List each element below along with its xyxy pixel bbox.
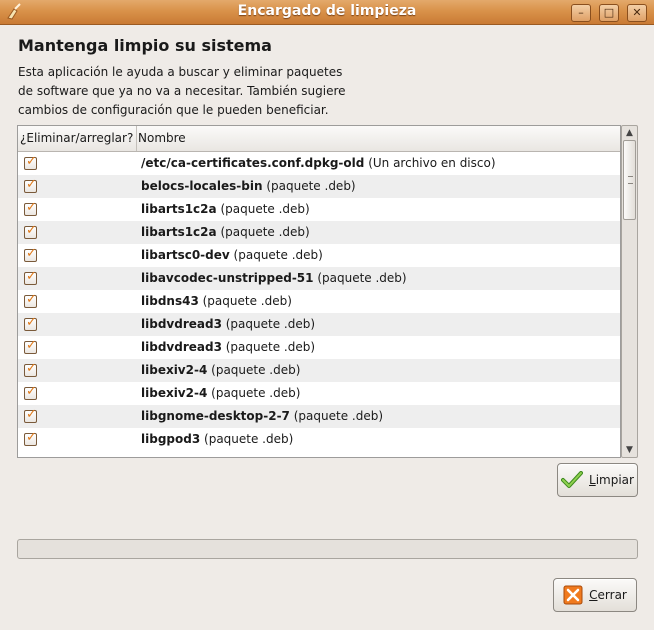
close-window-button[interactable]: ✕	[627, 4, 647, 22]
scroll-up-icon[interactable]: ▲	[622, 126, 637, 140]
page-heading: Mantenga limpio su sistema	[18, 36, 272, 55]
checkmark-icon	[561, 471, 584, 488]
item-name: libdvdread3 (paquete .deb)	[141, 317, 316, 331]
item-name: libexiv2-4 (paquete .deb)	[141, 363, 301, 377]
clean-button-label: Limpiar	[589, 473, 634, 487]
item-name: libdns43 (paquete .deb)	[141, 294, 292, 308]
table-row[interactable]: libarts1c2a (paquete .deb)	[18, 221, 620, 244]
table-row[interactable]: belocs-locales-bin (paquete .deb)	[18, 175, 620, 198]
remove-checkbox[interactable]	[24, 384, 37, 400]
list-header: ¿Eliminar/arreglar? Nombre	[18, 126, 620, 152]
item-name: belocs-locales-bin (paquete .deb)	[141, 179, 356, 193]
remove-checkbox[interactable]	[24, 361, 37, 377]
maximize-button[interactable]: □	[599, 4, 619, 22]
minimize-icon: –	[578, 6, 584, 19]
remove-checkbox[interactable]	[24, 154, 37, 170]
item-name: libdvdread3 (paquete .deb)	[141, 340, 316, 354]
cleanup-list[interactable]: ¿Eliminar/arreglar? Nombre /etc/ca-certi…	[17, 125, 621, 458]
table-row[interactable]: libexiv2-4 (paquete .deb)	[18, 359, 620, 382]
item-name: libavcodec-unstripped-51 (paquete .deb)	[141, 271, 407, 285]
close-button[interactable]: Cerrar	[553, 578, 637, 612]
table-row[interactable]: libdvdread3 (paquete .deb)	[18, 313, 620, 336]
remove-checkbox[interactable]	[24, 407, 37, 423]
remove-checkbox[interactable]	[24, 269, 37, 285]
table-row[interactable]: libgpod3 (paquete .deb)	[18, 428, 620, 451]
remove-checkbox[interactable]	[24, 338, 37, 354]
page-description: Esta aplicación le ayuda a buscar y elim…	[18, 65, 346, 117]
remove-checkbox[interactable]	[24, 200, 37, 216]
table-row[interactable]: libdvdread3 (paquete .deb)	[18, 336, 620, 359]
remove-checkbox[interactable]	[24, 246, 37, 262]
item-name: libgpod3 (paquete .deb)	[141, 432, 294, 446]
item-name: libgnome-desktop-2-7 (paquete .deb)	[141, 409, 384, 423]
clean-button[interactable]: Limpiar	[557, 463, 638, 497]
item-name: libarts1c2a (paquete .deb)	[141, 202, 310, 216]
maximize-icon: □	[603, 6, 615, 19]
column-header-name[interactable]: Nombre	[138, 126, 186, 151]
table-row[interactable]: libexiv2-4 (paquete .deb)	[18, 382, 620, 405]
list-rows: /etc/ca-certificates.conf.dpkg-old (Un a…	[18, 152, 620, 451]
table-row[interactable]: libdns43 (paquete .deb)	[18, 290, 620, 313]
item-name: libexiv2-4 (paquete .deb)	[141, 386, 301, 400]
remove-checkbox[interactable]	[24, 430, 37, 446]
remove-checkbox[interactable]	[24, 292, 37, 308]
item-name: /etc/ca-certificates.conf.dpkg-old (Un a…	[141, 156, 496, 170]
remove-checkbox[interactable]	[24, 177, 37, 193]
grip-icon	[628, 176, 633, 184]
table-row[interactable]: /etc/ca-certificates.conf.dpkg-old (Un a…	[18, 152, 620, 175]
close-window-icon: ✕	[632, 6, 642, 19]
scrollbar-thumb[interactable]	[623, 140, 636, 220]
remove-checkbox[interactable]	[24, 223, 37, 239]
close-button-label: Cerrar	[589, 588, 627, 602]
close-icon	[563, 585, 583, 605]
table-row[interactable]: libgnome-desktop-2-7 (paquete .deb)	[18, 405, 620, 428]
table-row[interactable]: libarts1c2a (paquete .deb)	[18, 198, 620, 221]
cleanup-window: Encargado de limpieza – □ ✕ Mantenga lim…	[0, 0, 654, 630]
item-name: libartsc0-dev (paquete .deb)	[141, 248, 323, 262]
remove-checkbox[interactable]	[24, 315, 37, 331]
table-row[interactable]: libavcodec-unstripped-51 (paquete .deb)	[18, 267, 620, 290]
item-name: libarts1c2a (paquete .deb)	[141, 225, 310, 239]
window-title: Encargado de limpieza	[237, 3, 417, 19]
scroll-down-icon[interactable]: ▼	[622, 443, 637, 457]
minimize-button[interactable]: –	[571, 4, 591, 22]
table-row[interactable]: libartsc0-dev (paquete .deb)	[18, 244, 620, 267]
title-bar[interactable]: Encargado de limpieza – □ ✕	[0, 0, 654, 25]
progress-bar	[17, 539, 638, 559]
vertical-scrollbar[interactable]: ▲ ▼	[621, 125, 638, 458]
column-header-remove[interactable]: ¿Eliminar/arreglar?	[18, 126, 137, 151]
